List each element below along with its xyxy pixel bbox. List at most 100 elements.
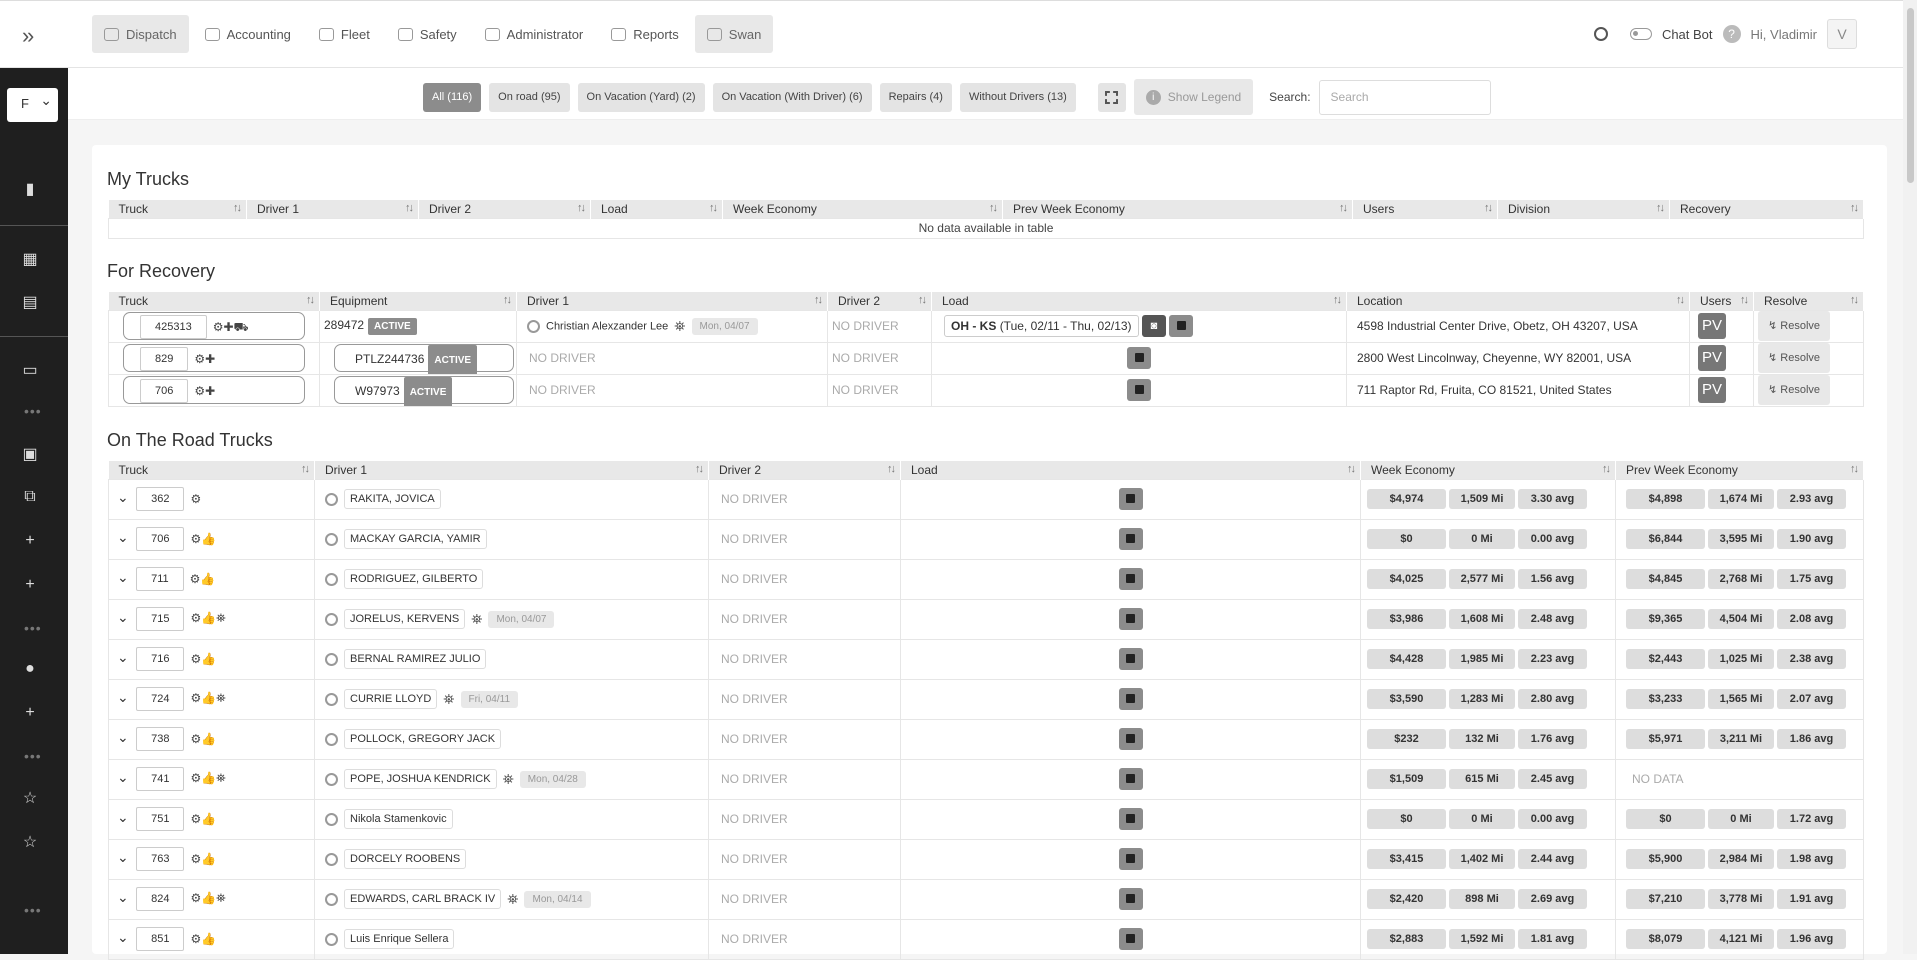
clipboard-icon[interactable]: ▮ (20, 179, 40, 199)
filter-without-drivers[interactable]: Without Drivers (13) (959, 82, 1076, 112)
note-button[interactable] (1118, 688, 1143, 710)
filter-all[interactable]: All (116) (423, 82, 482, 112)
col-week-economy[interactable]: Week Economy (1360, 461, 1616, 479)
nav-safety[interactable]: Safety (386, 15, 469, 53)
expand-sidebar-icon[interactable]: » (22, 23, 34, 49)
col-load[interactable]: Load (590, 200, 723, 218)
filter-vacation-yard[interactable]: On Vacation (Yard) (2) (577, 82, 705, 112)
chevron-down-icon[interactable]: ⌄ (117, 489, 129, 505)
chevron-down-icon[interactable]: ⌄ (117, 529, 129, 545)
col-users[interactable]: Users (1689, 292, 1754, 310)
equipment-number[interactable]: 289472 (324, 318, 364, 332)
col-resolve[interactable]: Resolve (1753, 292, 1864, 310)
resolve-button[interactable]: ↯ Resolve (1758, 343, 1831, 373)
more-icon[interactable]: ••• (24, 403, 42, 419)
more-icon[interactable]: ••• (24, 748, 42, 764)
col-recovery[interactable]: Recovery (1669, 200, 1864, 218)
note-button[interactable] (1118, 888, 1143, 910)
chevron-down-icon[interactable]: ⌄ (117, 689, 129, 705)
note-button[interactable] (1127, 347, 1151, 369)
note-button[interactable] (1118, 768, 1143, 790)
page-scrollbar[interactable] (1903, 0, 1917, 954)
driver-name[interactable]: RODRIGUEZ, GILBERTO (344, 569, 484, 589)
filter-vacation-driver[interactable]: On Vacation (With Driver) (6) (712, 82, 872, 112)
nav-administrator[interactable]: Administrator (473, 15, 596, 53)
chevron-down-icon[interactable]: ⌄ (117, 769, 129, 785)
user-badge[interactable]: PV (1698, 377, 1726, 403)
driver-name[interactable]: Christian Alexzander Lee (546, 320, 668, 332)
truck-number[interactable]: 425313 (140, 315, 207, 339)
col-driver2[interactable]: Driver 2 (418, 200, 591, 218)
search-icon[interactable] (1593, 27, 1608, 41)
truck-number[interactable]: 706 (140, 379, 189, 403)
chevron-down-icon[interactable]: ⌄ (117, 729, 129, 745)
plus-icon[interactable]: + (20, 704, 40, 722)
equipment-number[interactable]: W97973 (355, 384, 400, 398)
plus-icon[interactable]: + (20, 532, 40, 550)
chevron-down-icon[interactable]: ⌄ (117, 649, 129, 665)
note-button[interactable] (1118, 928, 1143, 950)
search-input[interactable]: Search (1318, 79, 1491, 115)
filter-repairs[interactable]: Repairs (4) (879, 82, 952, 112)
col-equipment[interactable]: Equipment (319, 292, 517, 310)
chevron-down-icon[interactable]: ⌄ (117, 889, 129, 905)
note-button[interactable] (1118, 528, 1143, 550)
nav-swan[interactable]: Swan (694, 15, 774, 53)
scrollbar-thumb[interactable] (1907, 8, 1914, 183)
col-driver1[interactable]: Driver 1 (246, 200, 419, 218)
truck-number[interactable]: 829 (140, 347, 189, 371)
filter-on-road[interactable]: On road (95) (489, 82, 570, 112)
col-week-economy[interactable]: Week Economy (722, 200, 1003, 218)
truck-number[interactable]: 716 (136, 647, 185, 671)
plus-icon[interactable]: + (20, 576, 40, 594)
monitor-icon[interactable]: ▭ (20, 360, 40, 380)
truck-number[interactable]: 824 (136, 887, 185, 911)
truck-number[interactable]: 751 (136, 807, 185, 831)
note-button[interactable] (1127, 379, 1151, 401)
truck-number[interactable]: 362 (136, 487, 185, 511)
driver-name[interactable]: JORELUS, KERVENS (344, 609, 466, 629)
grid-icon[interactable]: ▦ (20, 249, 40, 269)
user-badge[interactable]: PV (1698, 313, 1726, 339)
driver-name[interactable]: BERNAL RAMIREZ JULIO (344, 649, 487, 669)
help-icon[interactable]: ? (1722, 25, 1741, 43)
truck-number[interactable]: 724 (136, 687, 185, 711)
note-button[interactable] (1118, 648, 1143, 670)
truck-number[interactable]: 715 (136, 607, 185, 631)
col-load[interactable]: Load (931, 292, 1347, 310)
nav-dispatch[interactable]: Dispatch (92, 15, 189, 53)
nav-accounting[interactable]: Accounting (193, 15, 303, 53)
document-icon[interactable]: ▤ (20, 292, 40, 312)
more-icon[interactable]: ••• (24, 902, 42, 918)
chevron-down-icon[interactable]: ⌄ (117, 849, 129, 865)
driver-name[interactable]: CURRIE LLOYD (344, 689, 438, 709)
resolve-button[interactable]: ↯ Resolve (1758, 375, 1831, 405)
calendar-icon[interactable]: ▣ (20, 444, 40, 464)
note-button[interactable] (1118, 808, 1143, 830)
star-icon[interactable]: ☆ (20, 788, 40, 808)
avatar[interactable]: V (1827, 19, 1857, 49)
note-button[interactable] (1118, 608, 1143, 630)
nav-fleet[interactable]: Fleet (307, 15, 382, 53)
equipment-number[interactable]: PTLZ244736 (355, 352, 424, 366)
driver-name[interactable]: EDWARDS, CARL BRACK IV (344, 889, 502, 909)
chevron-down-icon[interactable]: ⌄ (117, 569, 129, 585)
col-users[interactable]: Users (1352, 200, 1498, 218)
truck-number[interactable]: 738 (136, 727, 185, 751)
nav-reports[interactable]: Reports (599, 15, 691, 53)
col-location[interactable]: Location (1346, 292, 1690, 310)
driver-name[interactable]: DORCELY ROOBENS (344, 849, 467, 869)
col-division[interactable]: Division (1497, 200, 1670, 218)
sitemap-icon[interactable]: ⧉ (20, 488, 40, 506)
col-truck[interactable]: Truck (108, 200, 247, 218)
truck-number[interactable]: 741 (136, 767, 185, 791)
col-driver2[interactable]: Driver 2 (827, 292, 932, 310)
chevron-down-icon[interactable]: ⌄ (117, 809, 129, 825)
company-select[interactable]: F (7, 88, 58, 122)
driver-name[interactable]: RAKITA, JOVICA (344, 489, 441, 509)
fullscreen-button[interactable] (1097, 82, 1126, 112)
truck-number[interactable]: 711 (136, 567, 184, 591)
driver-name[interactable]: Nikola Stamenkovic (344, 809, 453, 829)
driver-name[interactable]: Luis Enrique Sellera (344, 929, 455, 949)
driver-name[interactable]: POLLOCK, GREGORY JACK (344, 729, 502, 749)
